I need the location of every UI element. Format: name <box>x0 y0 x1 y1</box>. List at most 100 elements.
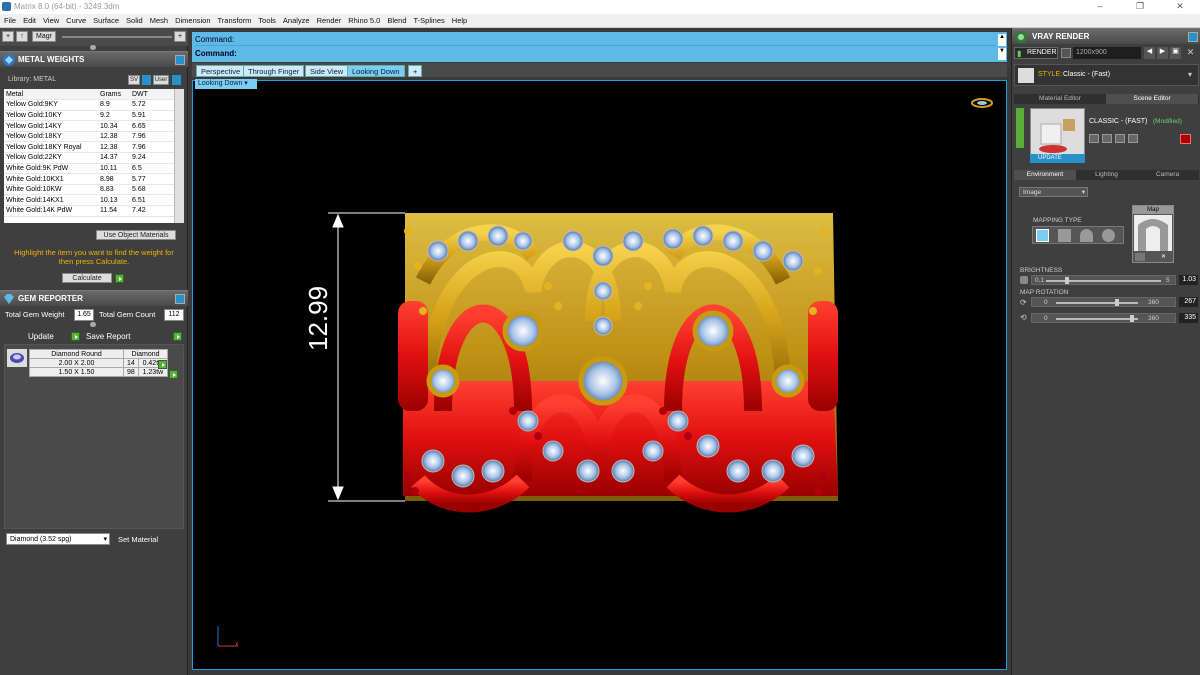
gem-splitter-handle[interactable] <box>90 322 96 327</box>
table-row[interactable]: Yellow Gold:18KY 12.38 7.96 <box>4 131 184 143</box>
close-render-icon[interactable]: ✕ <box>1184 47 1197 59</box>
save-scene-icon[interactable] <box>1089 134 1099 143</box>
gem-row-1-select-icon[interactable] <box>158 360 167 370</box>
menu-render[interactable]: Render <box>313 14 345 25</box>
viewport[interactable]: 12.99 x <box>192 80 1007 670</box>
table-row[interactable]: White Gold:10KW 8.83 5.68 <box>4 184 184 196</box>
scene-more-icon[interactable] <box>1128 134 1138 143</box>
tab-through-finger[interactable]: Through Finger <box>243 65 305 77</box>
sv-button[interactable]: SV <box>128 75 140 85</box>
gem-row[interactable]: 2.00 X 2.00 14 0.42tw <box>29 358 169 368</box>
menu-tsplines[interactable]: T-Splines <box>410 14 448 25</box>
copy-scene-icon[interactable] <box>1102 134 1112 143</box>
tab-lighting[interactable]: Lighting <box>1076 170 1137 180</box>
use-object-materials-button[interactable]: Use Object Materials <box>96 230 176 240</box>
material-select[interactable]: Diamond (3.52 spg) ▾ <box>6 533 110 545</box>
calculate-go-icon[interactable] <box>115 274 124 284</box>
map-preview[interactable]: Map ✕ <box>1132 205 1174 263</box>
column-header-metal[interactable]: Metal <box>4 89 98 101</box>
gem-row-2-select-icon[interactable] <box>169 370 179 380</box>
gem-row[interactable]: 1.50 X 1.50 98 1.23tw <box>29 367 169 377</box>
update-go-icon[interactable] <box>71 332 81 342</box>
magic-button[interactable]: Magr <box>32 31 56 42</box>
up-button[interactable]: ↑ <box>16 31 28 42</box>
calculate-button[interactable]: Calculate <box>62 273 112 283</box>
scene-options-icon[interactable] <box>1115 134 1125 143</box>
view-cube-icon[interactable] <box>971 98 993 108</box>
menu-surface[interactable]: Surface <box>89 14 122 25</box>
rotation-2-thumb[interactable] <box>1130 315 1135 322</box>
tab-material-editor[interactable]: Material Editor <box>1014 94 1106 104</box>
viewport-label[interactable]: Looking Down ▾ <box>195 79 257 89</box>
add-button[interactable]: + <box>2 31 14 42</box>
menu-analyze[interactable]: Analyze <box>279 14 313 25</box>
style-selector[interactable]: STYLE: Classic - (Fast) ▾ <box>1014 64 1199 86</box>
splitter-handle[interactable] <box>90 45 96 50</box>
brightness-slider[interactable]: 0.1 5 <box>1031 275 1176 285</box>
next-icon[interactable]: ▶ <box>1157 47 1168 59</box>
menu-transform[interactable]: Transform <box>214 14 255 25</box>
rotation-2-value[interactable]: 335 <box>1179 313 1198 323</box>
table-row[interactable]: White Gold:9K PdW 10.11 6.5 <box>4 163 184 175</box>
resolution-field[interactable]: 1200x900 <box>1073 47 1141 59</box>
render-button[interactable]: ▮ RENDER <box>1014 47 1058 59</box>
menu-view[interactable]: View <box>39 14 62 25</box>
menu-mesh[interactable]: Mesh <box>146 14 171 25</box>
set-material-button[interactable]: Set Material <box>118 535 158 544</box>
update-button[interactable]: Update <box>28 332 54 341</box>
brightness-value[interactable]: 1.03 <box>1179 275 1198 285</box>
restore-button[interactable]: ❐ <box>1120 0 1160 14</box>
menu-curve[interactable]: Curve <box>62 14 89 25</box>
user-toggle-icon[interactable] <box>172 75 181 85</box>
scene-expand-handle[interactable] <box>1016 108 1024 148</box>
menu-dimension[interactable]: Dimension <box>171 14 213 25</box>
menu-tools[interactable]: Tools <box>254 14 279 25</box>
environment-type-select[interactable]: Image ▾ <box>1019 187 1088 197</box>
tab-add[interactable]: + <box>408 65 423 77</box>
menu-blend[interactable]: Blend <box>383 14 409 25</box>
menu-rhino[interactable]: Rhino 5.0 <box>344 14 383 25</box>
tab-perspective[interactable]: Perspective <box>196 65 246 77</box>
table-scrollbar[interactable] <box>174 89 184 223</box>
tab-looking-down[interactable]: Looking Down <box>347 65 405 77</box>
prev-icon[interactable]: ◀ <box>1144 47 1155 59</box>
metal-weights-close-icon[interactable] <box>175 55 185 65</box>
table-row[interactable]: Yellow Gold:18KY Royal 12.38 7.96 <box>4 141 184 154</box>
scene-update-button[interactable]: UPDATE <box>1030 154 1085 163</box>
rotation-1-value[interactable]: 267 <box>1179 297 1198 307</box>
map-edit-icon[interactable] <box>1135 253 1145 261</box>
mapping-cube-icon[interactable] <box>1058 229 1071 242</box>
rotation-slider-2[interactable]: 0 360 <box>1031 313 1176 323</box>
mapping-dome-icon[interactable] <box>1080 229 1093 242</box>
user-button[interactable]: User <box>153 75 169 85</box>
mapping-sphere-icon[interactable] <box>1102 229 1115 242</box>
close-button[interactable]: ✕ <box>1160 0 1200 14</box>
table-row[interactable]: Yellow Gold:10KY 9.2 5.91 <box>4 110 184 122</box>
table-row[interactable]: Yellow Gold:9KY 8.9 5.72 <box>4 99 184 111</box>
mapping-plane-icon[interactable] <box>1036 229 1049 242</box>
frame-icon[interactable]: ▣ <box>1170 47 1181 59</box>
vray-close-icon[interactable] <box>1188 32 1198 42</box>
gem-reporter-close-icon[interactable] <box>175 294 185 304</box>
brightness-thumb[interactable] <box>1064 277 1069 284</box>
command-dropdown-icon[interactable]: ▼ <box>998 48 1006 60</box>
toolbar-slider[interactable] <box>62 36 172 38</box>
table-row[interactable]: White Gold:14K PdW 11.54 7.42 <box>4 205 184 217</box>
table-row[interactable]: Yellow Gold:22KY 14.37 9.24 <box>4 152 184 164</box>
sv-toggle-icon[interactable] <box>142 75 151 85</box>
menu-solid[interactable]: Solid <box>122 14 146 25</box>
expand-button[interactable]: + <box>174 31 186 42</box>
delete-scene-icon[interactable] <box>1180 134 1191 144</box>
tab-environment[interactable]: Environment <box>1014 170 1076 180</box>
command-scroll-icon[interactable]: ▲ <box>998 34 1006 46</box>
save-report-button[interactable]: Save Report <box>86 332 130 341</box>
column-header-grams[interactable]: Grams <box>98 89 130 101</box>
menu-edit[interactable]: Edit <box>19 14 39 25</box>
menu-file[interactable]: File <box>0 14 19 25</box>
table-row[interactable]: Yellow Gold:14KY 10.34 6.65 <box>4 120 184 132</box>
tab-scene-editor[interactable]: Scene Editor <box>1106 94 1198 104</box>
rotation-1-thumb[interactable] <box>1114 299 1119 306</box>
tab-camera[interactable]: Camera <box>1137 170 1198 180</box>
menu-help[interactable]: Help <box>448 14 470 25</box>
save-report-go-icon[interactable] <box>173 332 183 342</box>
